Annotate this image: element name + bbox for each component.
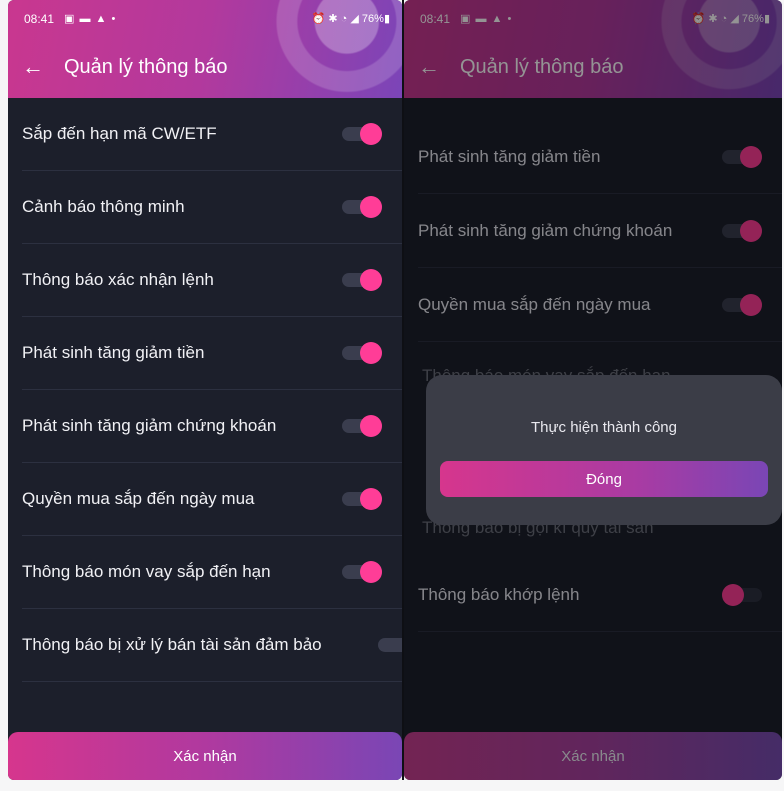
success-dialog: Thực hiện thành công Đóng <box>426 375 782 525</box>
settings-screen-right: 08:41 ▣ ▬ ▲ • ⏰ ✱ ◔ ◢ 76%▮ ← Quản lý thô… <box>404 0 782 780</box>
confirm-button[interactable]: Xác nhận <box>8 732 402 780</box>
status-time: 08:41 <box>24 12 55 26</box>
battery-level: 76% <box>361 13 384 25</box>
notification-icons: ▣ ▬ ▲ • <box>64 13 117 25</box>
toggle-switch[interactable] <box>342 488 382 510</box>
page-title: Quản lý thông báo <box>64 56 228 78</box>
toggle-switch[interactable] <box>342 123 382 145</box>
back-arrow-icon[interactable]: ← <box>22 52 44 82</box>
list-item[interactable]: Phát sinh tăng giảm tiền <box>22 317 402 390</box>
toggle-switch[interactable] <box>342 196 382 218</box>
setting-label: Phát sinh tăng giảm tiền <box>22 343 205 362</box>
dialog-message: Thực hiện thành công <box>531 419 677 436</box>
list-item[interactable]: Quyền mua sắp đến ngày mua <box>22 463 402 536</box>
setting-label: Thông báo xác nhận lệnh <box>22 270 214 289</box>
close-dialog-button[interactable]: Đóng <box>440 461 768 497</box>
list-item[interactable]: Phát sinh tăng giảm chứng khoán <box>22 390 402 463</box>
toggle-switch[interactable] <box>342 342 382 364</box>
system-icons: ⏰ ✱ ◔ ◢ 76%▮ <box>311 13 390 25</box>
list-item[interactable]: Cảnh báo thông minh <box>22 171 402 244</box>
notification-settings-list: Sắp đến hạn mã CW/ETF Cảnh báo thông min… <box>8 98 402 682</box>
setting-label: Thông báo bị xử lý bán tài sản đảm bảo <box>22 635 322 654</box>
setting-label: Phát sinh tăng giảm chứng khoán <box>22 416 277 435</box>
toggle-switch[interactable] <box>342 415 382 437</box>
setting-label: Cảnh báo thông minh <box>22 197 185 216</box>
confirm-button[interactable]: Xác nhận <box>404 732 782 780</box>
status-bar: 08:41 ▣ ▬ ▲ • ⏰ ✱ ◔ ◢ 76%▮ <box>24 12 390 30</box>
list-item[interactable]: Thông báo món vay sắp đến hạn <box>22 536 402 609</box>
setting-label: Quyền mua sắp đến ngày mua <box>22 489 255 508</box>
setting-label: Thông báo món vay sắp đến hạn <box>22 562 271 581</box>
app-header: 08:41 ▣ ▬ ▲ • ⏰ ✱ ◔ ◢ 76%▮ ← Quản lý thô… <box>8 0 402 98</box>
setting-label: Sắp đến hạn mã CW/ETF <box>22 124 217 143</box>
toggle-switch[interactable] <box>342 269 382 291</box>
settings-screen-left: 08:41 ▣ ▬ ▲ • ⏰ ✱ ◔ ◢ 76%▮ ← Quản lý thô… <box>8 0 402 780</box>
list-item[interactable]: Thông báo xác nhận lệnh <box>22 244 402 317</box>
toggle-switch[interactable] <box>378 634 402 656</box>
toggle-switch[interactable] <box>342 561 382 583</box>
list-item[interactable]: Thông báo bị xử lý bán tài sản đảm bảo <box>22 609 402 682</box>
list-item[interactable]: Sắp đến hạn mã CW/ETF <box>22 98 402 171</box>
